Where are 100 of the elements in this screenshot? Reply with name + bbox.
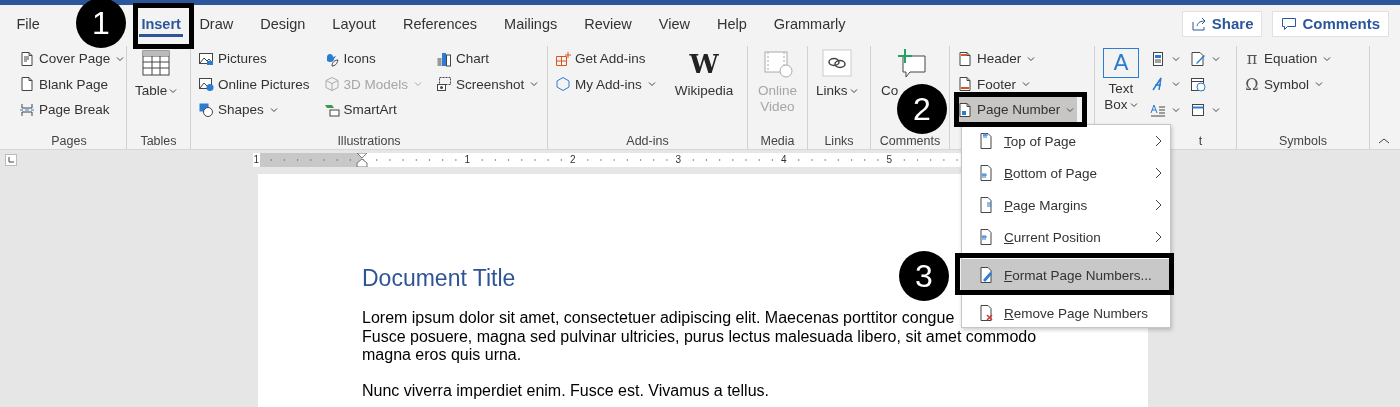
ribbon-button[interactable]: Blank Page [16, 71, 128, 97]
ribbon-button[interactable]: Page Break [16, 97, 128, 123]
body-text-line: Nunc viverra imperdiet enim. Fusce est. Vivamus a tellus. [362, 382, 769, 401]
ribbon-tab[interactable]: References [389, 9, 491, 38]
page-number-icon [978, 228, 994, 246]
page-break-icon [19, 101, 35, 118]
ribbon-button[interactable]: Shapes [195, 97, 313, 123]
group-label: Comments [879, 134, 941, 149]
caret-icon [647, 80, 656, 89]
caret-icon [169, 87, 178, 96]
caret-icon [1022, 80, 1031, 89]
ruler-number: 1 [252, 153, 261, 167]
chevron-right-icon [1154, 167, 1162, 179]
collapse-ribbon-icon[interactable] [1378, 137, 1390, 145]
page-number-icon [957, 101, 973, 118]
ribbon-button[interactable]: My Add-ins [552, 71, 659, 97]
caret-icon [849, 87, 858, 96]
caret-icon [116, 54, 125, 63]
ribbon-button[interactable]: W Wikipedia [670, 46, 738, 101]
ribbon-button[interactable]: Header [954, 46, 1078, 72]
ribbon-button[interactable]: A Text Box [1099, 46, 1143, 115]
ribbon-tab[interactable]: Help [703, 9, 761, 38]
ribbon-button[interactable]: Cover Page [16, 46, 128, 72]
page-number-icon [978, 164, 994, 182]
caret-icon [1315, 80, 1323, 89]
menu-item[interactable]: Remove Page Numbers [962, 299, 1170, 327]
bar-chart-icon [436, 50, 453, 67]
ribbon-button[interactable]: Links [812, 46, 862, 101]
ribbon-button[interactable]: Online Pictures [195, 71, 313, 97]
ribbon-button[interactable]: Get Add-ins [552, 46, 659, 72]
header-icon [957, 50, 973, 67]
page-number-icon [978, 132, 994, 150]
ribbon-button[interactable]: SmartArt [320, 97, 426, 123]
caret-icon [1172, 54, 1180, 63]
group-label: Illustrations [337, 134, 401, 149]
menu-item[interactable]: Current Position [962, 221, 1170, 253]
ribbon-tab[interactable]: File [3, 9, 54, 38]
ribbon-button[interactable]: Co [881, 80, 899, 99]
omega-icon: Ω [1244, 74, 1260, 94]
caret-icon [1212, 105, 1220, 114]
ribbon-tab[interactable]: Mailings [490, 9, 571, 38]
tab-stop-icon[interactable] [5, 154, 17, 166]
body-text-line: Fusce posuere, magna sed pulvinar ultricies, purus lectus malesuada libero, sit amet commodo [362, 327, 1037, 347]
caret-icon [530, 80, 539, 89]
menu-item[interactable]: Format Page Numbers... [962, 259, 1170, 291]
picture-globe-icon [198, 76, 214, 93]
ribbon-button[interactable]: Chart [433, 46, 542, 72]
caret-icon [1172, 80, 1180, 89]
menu-item[interactable]: Bottom of Page [962, 157, 1170, 189]
ribbon-tab[interactable]: Insert [136, 9, 186, 38]
caret-icon [1323, 54, 1332, 63]
comment-plus-icon [895, 48, 927, 80]
ribbon-button[interactable]: Footer [954, 71, 1078, 97]
ribbon-button[interactable]: Pictures [195, 46, 313, 72]
caret-icon [1172, 105, 1180, 114]
share-button[interactable]: Share [1181, 10, 1263, 37]
body-text-line: magna eros quis urna. [362, 346, 522, 366]
ribbon-tab[interactable]: View [645, 9, 704, 38]
document-title: Document Title [362, 264, 516, 292]
caret-icon [1027, 54, 1036, 63]
ribbon-button[interactable]: Ω Symbol [1241, 71, 1335, 97]
highlight-frame [133, 3, 194, 49]
hexagon-icon [555, 76, 571, 93]
ribbon-button[interactable]: Icons [320, 46, 426, 72]
window-icon [1190, 101, 1206, 118]
share-icon [1190, 15, 1207, 32]
document-parts-icon [1150, 50, 1166, 67]
chevron-right-icon [1154, 135, 1162, 147]
caret-icon [1066, 105, 1075, 114]
ribbon-tab[interactable]: Layout [318, 9, 390, 38]
ribbon-tab[interactable]: Design [246, 9, 319, 38]
ribbon-button[interactable]: Screenshot [433, 71, 542, 97]
speech-bubble-icon [1281, 15, 1298, 32]
ribbon-tab[interactable]: Draw [185, 9, 247, 38]
ribbon-button[interactable]: π Equation [1241, 46, 1335, 72]
pi-icon: π [1244, 49, 1260, 69]
ribbon-tab[interactable]: Grammarly [760, 9, 859, 38]
caret-icon [269, 105, 278, 114]
chevron-right-icon [1154, 231, 1162, 243]
group-label: Tables [140, 134, 177, 149]
group-label: Links [824, 134, 854, 149]
grid-plus-icon [555, 50, 571, 67]
group-label: t [1198, 134, 1203, 149]
group-label: Add-ins [626, 134, 669, 149]
page-x-icon [978, 304, 994, 322]
screenshot-icon [436, 76, 453, 93]
chevron-right-icon [1154, 199, 1162, 211]
ribbon-button[interactable]: Table [131, 46, 182, 101]
comments-button[interactable]: Comments [1272, 10, 1389, 37]
menu-item[interactable]: Top of Page [962, 125, 1170, 157]
group-label: Media [760, 134, 795, 149]
caret-icon [1212, 54, 1220, 63]
cube-icon [323, 76, 340, 93]
film-globe-icon [761, 48, 794, 80]
document-icon [19, 50, 35, 67]
body-text-line: Lorem ipsum dolor sit amet, consectetuer adipiscing elit. Maecenas porttitor congue [362, 309, 955, 328]
menu-item[interactable]: Page Margins [962, 189, 1170, 221]
ribbon-tab[interactable]: Review [570, 9, 646, 38]
caret-icon [414, 80, 423, 89]
link-icon [820, 48, 853, 80]
